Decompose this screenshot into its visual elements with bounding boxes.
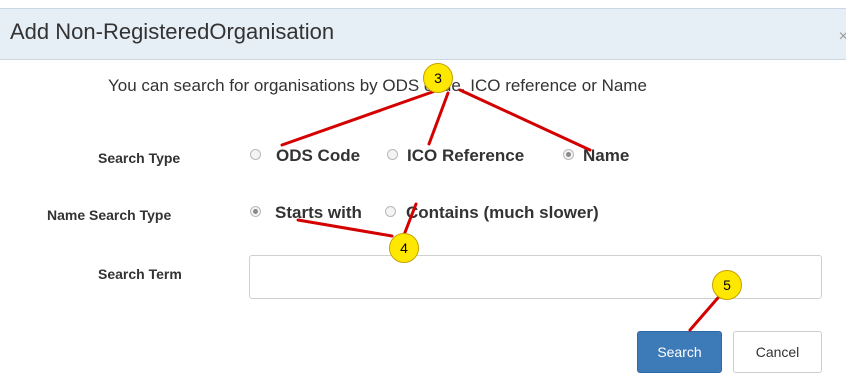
- arrow-to-ods-code: [280, 88, 440, 147]
- callout-5: 5: [712, 270, 742, 300]
- callout-3: 3: [423, 63, 453, 93]
- arrow-to-contains: [402, 202, 418, 237]
- arrow-to-ico-reference: [427, 91, 450, 146]
- arrow-to-name: [458, 88, 592, 152]
- arrow-to-starts-with: [296, 218, 394, 238]
- annotation-arrows: [280, 88, 725, 332]
- add-organisation-dialog: Add Non-RegisteredOrganisation × You can…: [0, 0, 846, 385]
- callout-4: 4: [389, 233, 419, 263]
